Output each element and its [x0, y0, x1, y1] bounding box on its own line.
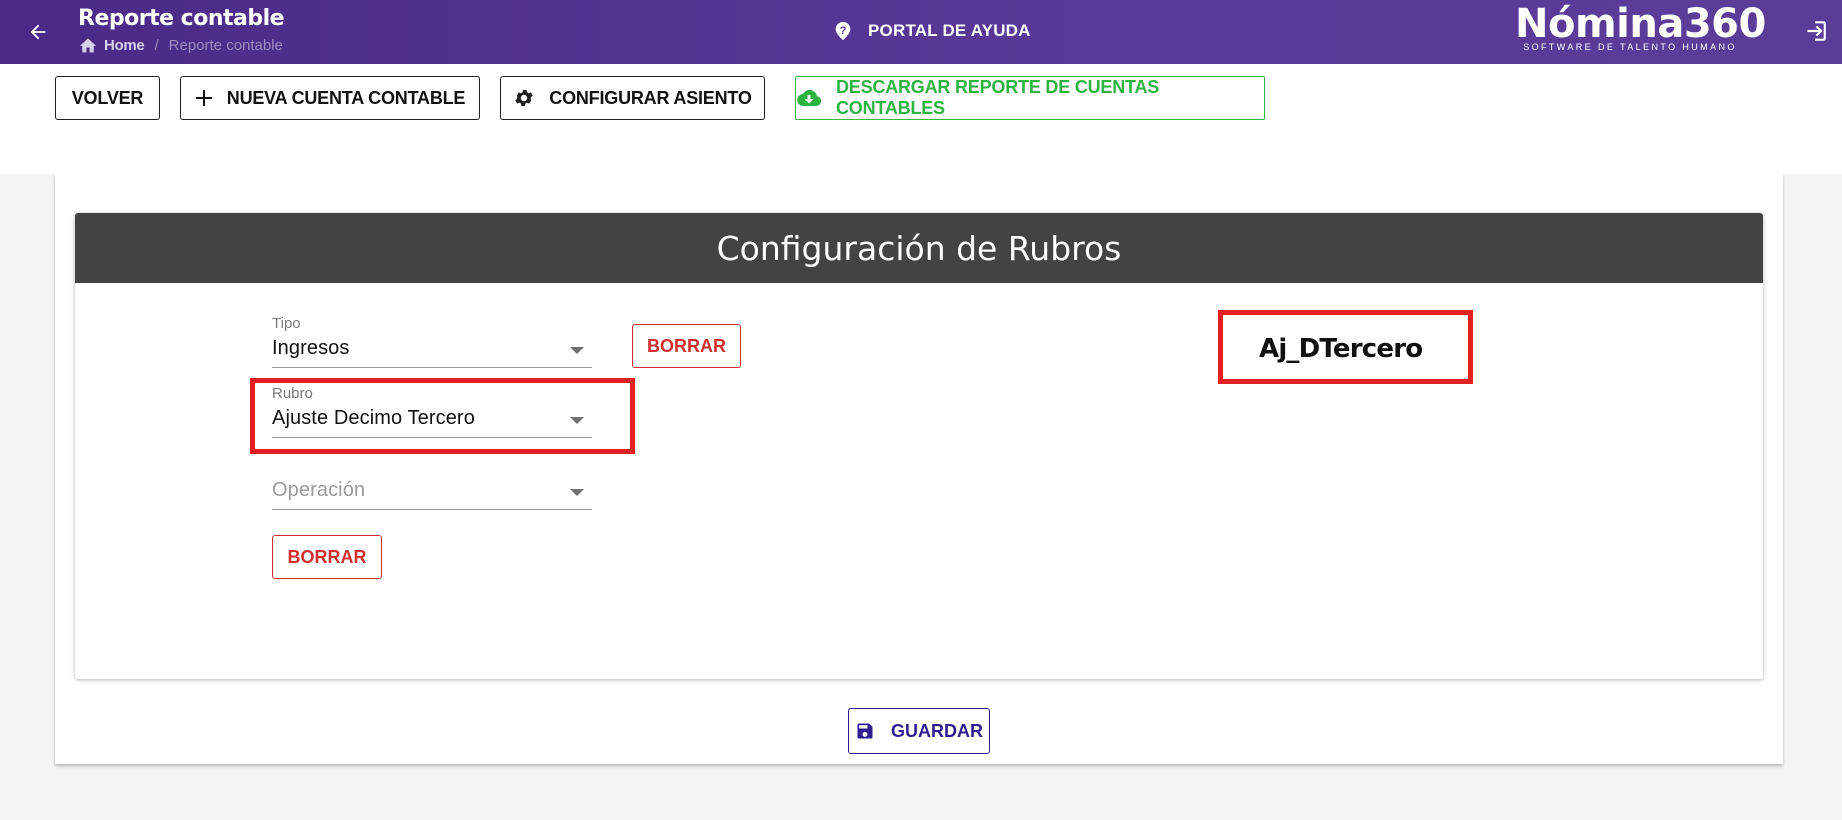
arrow-left-icon: [30, 24, 46, 40]
tipo-value: Ingresos: [272, 337, 350, 359]
back-button[interactable]: VOLVER: [55, 76, 160, 120]
page-title: Reporte contable: [78, 6, 285, 31]
help-portal-label: PORTAL DE AYUDA: [868, 21, 1031, 40]
cloud-download-icon: [796, 88, 822, 108]
back-arrow-button[interactable]: [22, 16, 54, 48]
logo-tagline: SOFTWARE DE TALENTO HUMANO: [1523, 42, 1737, 52]
save-label: GUARDAR: [891, 720, 983, 741]
company-logo: Nómina360 SOFTWARE DE TALENTO HUMANO: [1515, 1, 1766, 52]
operacion-placeholder: Operación: [272, 479, 366, 501]
download-report-button[interactable]: DESCARGAR REPORTE DE CUENTAS CONTABLES: [795, 76, 1265, 120]
svg-text:?: ?: [840, 25, 847, 37]
chevron-down-icon: [570, 489, 584, 496]
clear-operacion-label: BORRAR: [287, 546, 367, 567]
new-account-label: NUEVA CUENTA CONTABLE: [226, 87, 466, 108]
breadcrumb: Home / Reporte contable: [78, 36, 283, 54]
rubro-code: Aj_DTercero: [1259, 334, 1423, 364]
breadcrumb-home-link[interactable]: Home: [104, 37, 145, 54]
logo-name: Nómina360: [1515, 1, 1766, 47]
chevron-down-icon: [570, 347, 584, 354]
breadcrumb-separator: /: [154, 36, 159, 54]
highlight-rubro-box: [250, 378, 635, 454]
tipo-underline: [272, 367, 592, 368]
save-button[interactable]: GUARDAR: [848, 708, 990, 754]
clear-tipo-button[interactable]: BORRAR: [632, 324, 741, 368]
plus-icon: [195, 89, 213, 107]
tipo-label: Tipo: [272, 315, 301, 332]
app-header: Reporte contable Home / Reporte contable…: [0, 0, 1842, 64]
tipo-select[interactable]: Tipo Ingresos: [272, 315, 592, 368]
breadcrumb-current: Reporte contable: [168, 36, 283, 54]
clear-tipo-label: BORRAR: [647, 335, 726, 356]
new-account-button[interactable]: NUEVA CUENTA CONTABLE: [180, 76, 480, 120]
home-icon: [79, 38, 97, 53]
back-button-label: VOLVER: [71, 87, 144, 108]
download-report-label: DESCARGAR REPORTE DE CUENTAS CONTABLES: [836, 77, 1160, 118]
logout-icon: [1807, 21, 1826, 41]
gear-icon: [513, 87, 535, 109]
save-icon: [855, 721, 875, 741]
help-portal-link[interactable]: ? PORTAL DE AYUDA: [832, 20, 1031, 42]
logout-button[interactable]: [1802, 18, 1830, 46]
operacion-select[interactable]: Operación: [272, 457, 592, 510]
operacion-underline: [272, 509, 592, 510]
configure-entry-button[interactable]: CONFIGURAR ASIENTO: [500, 76, 765, 120]
clear-operacion-button[interactable]: BORRAR: [272, 535, 382, 579]
help-circle-icon: ?: [835, 21, 851, 41]
panel-title: Configuración de Rubros: [75, 213, 1763, 283]
configure-entry-label: CONFIGURAR ASIENTO: [549, 87, 752, 108]
